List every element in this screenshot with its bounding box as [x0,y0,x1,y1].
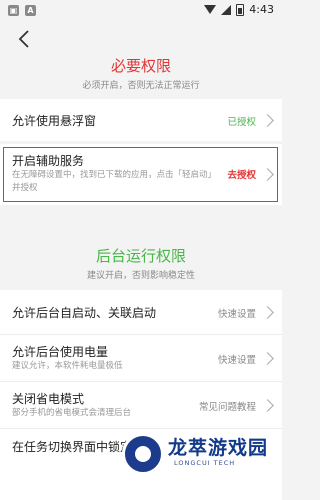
permission-row-autostart[interactable]: 允许后台自启动、关联启动 快速设置 [0,290,282,334]
row-title: 关闭省电模式 [12,392,85,406]
chevron-right-icon [261,306,274,319]
highlight-box [3,147,278,202]
section-subtitle-background: 建议开启，否则影响稳定性 [86,271,195,281]
status-label: 快速设置 [217,309,256,320]
row-title: 允许后台使用电量 [12,345,109,359]
permission-row-battery[interactable]: 允许后台使用电量 建议允许，本软件耗电量极低 快速设置 [0,335,282,381]
android-icon: ▣ [8,5,19,16]
chevron-right-icon [261,352,274,365]
status-label: 常见问题教程 [198,402,256,413]
watermark-sub: LONGCUI TECH [174,459,236,467]
watermark-brand: 龙萃游戏园 [168,437,269,459]
row-description: 建议允许，本软件耗电量极低 [12,361,123,371]
section-subtitle-required: 必须开启，否则无法正常运行 [82,81,200,91]
chevron-left-icon [18,30,29,48]
row-description: 部分手机的省电模式会清理后台 [12,408,132,418]
chevron-right-icon [261,399,274,412]
section-title-background: 后台运行权限 [95,247,186,265]
status-label: 快速设置 [217,355,256,366]
status-bar: ▣ A 4:43 [0,0,282,22]
permission-row-power-saving[interactable]: 关闭省电模式 部分手机的省电模式会清理后台 常见问题教程 [0,382,282,428]
signal-icon [221,4,232,15]
watermark: 龙萃游戏园 LONGCUI TECH [92,425,282,500]
wifi-icon [204,5,217,14]
row-title: 允许使用悬浮窗 [12,114,97,128]
status-label: 已授权 [227,117,256,128]
watermark-logo-icon [122,433,164,475]
back-button[interactable] [14,28,36,50]
a-icon: A [25,5,36,16]
row-title: 允许后台自启动、关联启动 [12,306,157,320]
battery-icon [236,3,245,16]
status-time: 4:43 [249,3,274,16]
permission-row-overlay[interactable]: 允许使用悬浮窗 已授权 [0,99,282,141]
section-title-required: 必要权限 [110,57,171,75]
chevron-right-icon [261,114,274,127]
